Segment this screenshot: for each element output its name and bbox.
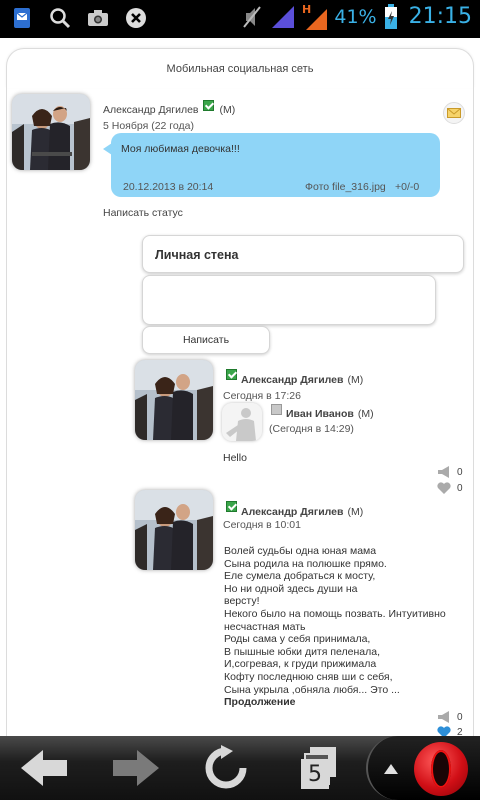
wall-title: Личная стена: [155, 248, 239, 262]
reload-button[interactable]: [196, 736, 256, 800]
back-arrow-icon: [21, 750, 67, 786]
header-card: Мобильная социальная сеть: [6, 48, 474, 88]
status-bubble: Моя любимая девочка!!! 20.12.2013 в 20:1…: [103, 133, 440, 197]
post-author[interactable]: Александр Дягилев: [241, 374, 343, 386]
post-author-row: Александр Дягилев (M): [226, 368, 364, 386]
mail-icon[interactable]: [443, 102, 465, 124]
reply-time: (Сегодня в 14:29): [269, 423, 354, 435]
offline-check-icon: [271, 403, 282, 415]
post-like-row[interactable]: 2: [437, 726, 463, 736]
online-check-icon: [226, 500, 237, 512]
post-comment-count: 0: [457, 711, 463, 723]
page-content: Мобильная социальная сеть Александр Дяги…: [0, 38, 480, 736]
post-comment-count: 0: [457, 466, 463, 478]
reply-gender: (M): [357, 408, 374, 420]
read-more-link[interactable]: Продолжение: [224, 696, 296, 708]
post-author[interactable]: Александр Дягилев: [241, 506, 343, 518]
reply-author-row: Иван Иванов (M): [271, 403, 374, 420]
post-time: Сегодня в 10:01: [223, 519, 301, 531]
post-time: Сегодня в 17:26: [223, 390, 301, 402]
status-text: Моя любимая девочка!!!: [121, 143, 240, 155]
menu-up-icon: [384, 764, 398, 774]
cancel-icon: [124, 6, 148, 30]
wall-title-box: Личная стена: [142, 235, 464, 273]
tabs-icon: 5: [298, 747, 338, 789]
heart-icon: [437, 726, 451, 736]
post-text: Hello: [223, 452, 247, 464]
post-comment-count-row[interactable]: 0: [437, 711, 463, 723]
post-like-count: 0: [457, 482, 463, 494]
online-check-icon: [202, 99, 214, 111]
post-gender: (M): [347, 506, 364, 518]
signal-icon: [270, 5, 296, 29]
status-bar: H 41% 21:15: [0, 0, 480, 38]
mute-icon: [240, 5, 264, 29]
post-like-row[interactable]: 0: [437, 482, 463, 494]
megaphone-icon: [438, 466, 449, 478]
post-gender: (M): [347, 374, 364, 386]
page-title: Мобильная социальная сеть: [166, 63, 314, 75]
battery-icon: [383, 3, 399, 29]
opera-logo-icon: [414, 742, 468, 796]
wall-submit-button[interactable]: Написать: [142, 326, 270, 354]
reply-author[interactable]: Иван Иванов: [286, 408, 354, 420]
clock: 21:15: [408, 4, 472, 29]
profile-avatar[interactable]: [12, 94, 90, 170]
svg-text:H: H: [302, 3, 311, 16]
sms-icon: [10, 6, 34, 30]
status-date: 20.12.2013 в 20:14: [123, 181, 214, 193]
reply-avatar[interactable]: [222, 403, 262, 441]
heart-icon: [437, 482, 451, 494]
camera-icon: [86, 6, 110, 30]
profile-gender: (M): [219, 104, 236, 116]
h-signal-icon: H: [302, 3, 328, 30]
status-photo-link[interactable]: Фото file_316.jpg: [305, 181, 386, 193]
profile-name-row: Александр Дягилев (M): [103, 99, 236, 116]
wall-submit-label: Написать: [182, 334, 230, 346]
profile-birthday: 5 Ноября (22 года): [103, 120, 194, 132]
battery-percent: 41%: [334, 5, 377, 28]
profile-name[interactable]: Александр Дягилев: [103, 104, 199, 116]
post-like-count: 2: [457, 726, 463, 737]
write-status-link[interactable]: Написать статус: [103, 207, 183, 219]
reload-icon: [205, 745, 247, 789]
online-check-icon: [226, 368, 237, 380]
back-button[interactable]: [14, 736, 74, 800]
tabs-button[interactable]: 5: [288, 736, 348, 800]
search-icon: [48, 6, 72, 30]
browser-nav-bar: 5: [0, 736, 480, 800]
megaphone-icon: [438, 711, 449, 723]
post-author-row: Александр Дягилев (M): [226, 500, 364, 518]
wall-message-input[interactable]: [142, 275, 436, 325]
forward-arrow-icon: [113, 750, 159, 786]
tabs-count: 5: [308, 761, 322, 787]
post-comment-count-row[interactable]: 0: [437, 466, 463, 478]
post-avatar[interactable]: [135, 490, 213, 570]
post-avatar[interactable]: [135, 360, 213, 440]
opera-menu-button[interactable]: [366, 736, 480, 800]
post-text: Волей судьбы одна юная мама Сына родила …: [224, 545, 446, 696]
status-votes[interactable]: +0/-0: [395, 181, 419, 193]
forward-button[interactable]: [106, 736, 166, 800]
